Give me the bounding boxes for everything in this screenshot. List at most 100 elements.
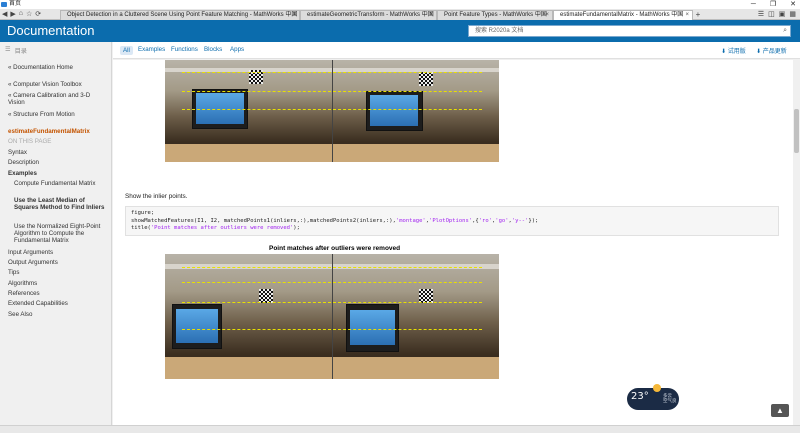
trial-label: 试用版	[727, 49, 746, 55]
trial-link[interactable]: ⬇ 试用版	[721, 46, 746, 55]
filter-all[interactable]: All	[120, 46, 133, 55]
window-icon[interactable]: ▣	[779, 10, 786, 18]
filter-examples[interactable]: Examples	[138, 46, 165, 53]
filter-toolbar: All Examples Functions Blocks Apps ⬇ 试用版…	[113, 42, 800, 59]
code-string: 'PlotOptions'	[429, 217, 473, 224]
back-icon[interactable]: ◀	[2, 10, 7, 18]
hamburger-icon[interactable]: ☰	[5, 46, 11, 55]
tab-estimate-fundamental-matrix[interactable]: estimateFundamentalMatrix - MathWorks 中国…	[553, 10, 693, 20]
sidebar-item-description[interactable]: Description	[8, 159, 108, 166]
menu-icon[interactable]: ☰	[758, 10, 764, 18]
new-tab-button[interactable]: +	[693, 10, 703, 19]
tab-estimate-geometric-transform[interactable]: estimateGeometricTransform - MathWorks 中…	[300, 10, 437, 20]
forward-icon[interactable]: ▶	[10, 10, 15, 18]
sidebar-item-current-page[interactable]: estimateFundamentalMatrix	[8, 128, 108, 135]
sidebar-item-input-arguments[interactable]: Input Arguments	[8, 249, 108, 256]
updates-link[interactable]: ⬇ 产品更新	[756, 46, 787, 55]
tab-label: Point Feature Types - MathWorks 中国	[444, 12, 547, 18]
doc-header: Documentation 搜索 R2020a 文档 ⌕	[0, 20, 800, 42]
sun-icon	[653, 384, 661, 392]
monitor	[366, 90, 423, 132]
tab-object-detection[interactable]: Object Detection in a Cluttered Scene Us…	[60, 10, 300, 20]
restore-icon[interactable]: ❐	[770, 0, 776, 9]
sidebar-item-examples[interactable]: Examples	[8, 170, 108, 177]
sidebar-item-tips[interactable]: Tips	[8, 269, 108, 276]
sidebar-item-algorithms[interactable]: Algorithms	[8, 280, 108, 287]
checkerboard	[419, 72, 434, 87]
right-image	[332, 254, 499, 379]
sidebar-item-see-also[interactable]: See Also	[8, 311, 108, 318]
sidebar-item-output-arguments[interactable]: Output Arguments	[8, 259, 108, 266]
inliers-paragraph: Show the inlier points.	[125, 193, 188, 200]
toc-header[interactable]: ☰ 目录	[5, 46, 27, 55]
sidebar-item-syntax[interactable]: Syntax	[8, 149, 108, 156]
code-string: 'ro'	[478, 217, 492, 224]
desk	[165, 356, 332, 379]
filter-blocks[interactable]: Blocks	[204, 46, 222, 53]
tab-close-icon[interactable]: ×	[429, 11, 433, 20]
code-token: showMatchedFeatures(I1, I2, matchedPoint…	[131, 217, 396, 224]
air-quality: 空气良	[663, 398, 677, 403]
code-string: 'montage'	[395, 217, 426, 224]
download-icon: ⬇	[721, 49, 728, 55]
minimize-icon[interactable]: ─	[751, 0, 756, 9]
right-image	[332, 60, 499, 162]
tab-close-icon[interactable]: ×	[292, 11, 296, 20]
sidebar-item-references[interactable]: References	[8, 290, 108, 297]
match-line	[181, 281, 483, 283]
sidebar-item-normalized-eight-point[interactable]: Use the Normalized Eight-Point Algorithm…	[14, 223, 106, 244]
browser-right-controls: ☰ ◫ ▣ ▦	[758, 10, 796, 18]
sidebar-item-least-median-squares[interactable]: Use the Least Median of Squares Method t…	[14, 197, 106, 211]
code-token: title(	[131, 225, 151, 231]
filter-apps[interactable]: Apps	[230, 46, 244, 53]
code-token: ,{	[472, 217, 479, 224]
grid-icon[interactable]: ▦	[789, 10, 796, 18]
sidebar: ☰ 目录 « Documentation Home « Computer Vis…	[0, 42, 112, 425]
sidebar-item-structure-from-motion[interactable]: « Structure From Motion	[8, 111, 108, 118]
star-icon[interactable]: ☆	[26, 10, 32, 18]
matched-points-figure	[165, 60, 499, 162]
tab-label: estimateFundamentalMatrix - MathWorks 中国	[560, 12, 684, 18]
code-block[interactable]: figure; showMatchedFeatures(I1, I2, matc…	[125, 206, 779, 236]
weather-widget[interactable]: 23° 多云 空气良	[627, 384, 679, 410]
monitor	[171, 304, 222, 349]
window-title: 首页	[9, 1, 22, 7]
split-icon[interactable]: ◫	[768, 10, 775, 18]
sidebar-item-compute-fundamental-matrix[interactable]: Compute Fundamental Matrix	[14, 180, 106, 187]
left-image	[165, 254, 332, 379]
desk	[333, 143, 499, 162]
nav-buttons: ◀ ▶ ⌂ ☆ ⟳	[2, 10, 41, 18]
monitor-screen	[350, 309, 396, 346]
tab-close-icon[interactable]: ×	[685, 11, 689, 20]
refresh-icon[interactable]: ⟳	[35, 10, 41, 18]
search-icon[interactable]: ⌕	[783, 26, 787, 36]
close-icon[interactable]: ✕	[790, 0, 796, 9]
sidebar-item-camera-calibration[interactable]: « Camera Calibration and 3-D Vision	[8, 92, 108, 106]
tab-point-feature-types[interactable]: Point Feature Types - MathWorks 中国 ×	[437, 10, 553, 20]
toc-label: 目录	[14, 48, 27, 55]
home-icon[interactable]: ⌂	[19, 10, 23, 18]
code-line: figure;	[131, 210, 155, 216]
back-to-top-button[interactable]: ▲	[771, 404, 789, 417]
search-input[interactable]: 搜索 R2020a 文档 ⌕	[468, 25, 791, 37]
filter-functions[interactable]: Functions	[171, 46, 198, 53]
match-line	[181, 266, 483, 268]
tab-strip: ◀ ▶ ⌂ ☆ ⟳ Object Detection in a Cluttere…	[0, 9, 800, 20]
sidebar-item-extended-capabilities[interactable]: Extended Capabilities	[8, 300, 108, 307]
weather-info: 多云 空气良	[663, 393, 677, 403]
code-string: 'y--'	[511, 217, 529, 224]
tab-label: Object Detection in a Cluttered Scene Us…	[67, 12, 298, 18]
monitor-screen	[175, 309, 218, 343]
match-line	[181, 329, 483, 330]
left-image	[165, 60, 332, 162]
weather-temperature: 23°	[631, 391, 649, 402]
updates-label: 产品更新	[762, 49, 787, 55]
tab-close-icon[interactable]: ×	[545, 11, 549, 20]
sidebar-item-computer-vision-toolbox[interactable]: « Computer Vision Toolbox	[8, 81, 108, 88]
page-title[interactable]: Documentation	[7, 23, 94, 38]
sidebar-item-documentation-home[interactable]: « Documentation Home	[8, 64, 108, 71]
desk	[165, 143, 332, 162]
content-scrollbar[interactable]	[793, 60, 800, 425]
desk	[333, 356, 499, 379]
scrollbar-thumb[interactable]	[794, 109, 799, 153]
